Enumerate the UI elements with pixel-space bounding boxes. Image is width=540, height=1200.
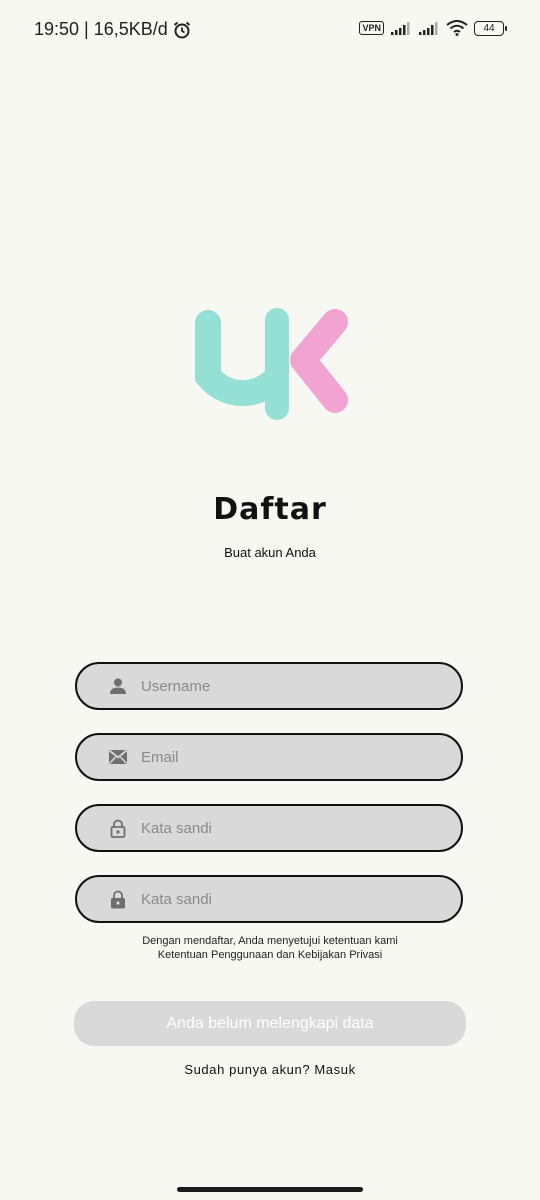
login-link[interactable]: Sudah punya akun? Masuk xyxy=(0,1062,540,1077)
terms-line-1: Dengan mendaftar, Anda menyetujui ketent… xyxy=(142,935,398,947)
confirm-password-field[interactable] xyxy=(75,875,463,923)
home-indicator[interactable] xyxy=(177,1187,363,1192)
email-input[interactable] xyxy=(141,748,421,766)
status-left: 19:50 | 16,5KB/d xyxy=(34,19,192,40)
status-time-speed: 19:50 | 16,5KB/d xyxy=(34,19,168,39)
password-field[interactable] xyxy=(75,804,463,852)
alarm-icon xyxy=(173,21,190,38)
page-title: Daftar xyxy=(213,492,327,527)
mail-icon xyxy=(108,747,128,767)
person-icon xyxy=(108,676,128,696)
page-subtitle: Buat akun Anda xyxy=(224,545,316,560)
email-field[interactable] xyxy=(75,733,463,781)
signal-icon xyxy=(391,22,410,35)
password-input[interactable] xyxy=(141,819,421,837)
battery-icon: 44 xyxy=(474,20,507,36)
terms-text: Dengan mendaftar, Anda menyetujui ketent… xyxy=(0,934,540,962)
confirm-password-input[interactable] xyxy=(141,890,421,908)
wifi-icon xyxy=(446,20,468,36)
vpn-badge: VPN xyxy=(359,21,384,35)
register-button[interactable]: Anda belum melengkapi data xyxy=(74,1001,466,1046)
status-bar: 19:50 | 16,5KB/d VPN 44 xyxy=(0,0,540,60)
app-logo xyxy=(195,308,348,420)
terms-policy-link[interactable]: Ketentuan Penggunaan dan Kebijakan Priva… xyxy=(0,948,540,962)
lock-open-icon xyxy=(108,818,128,838)
lock-icon xyxy=(108,889,128,909)
signal-icon xyxy=(419,22,438,35)
status-right: VPN 44 xyxy=(359,20,507,36)
username-field[interactable] xyxy=(75,662,463,710)
username-input[interactable] xyxy=(141,677,421,695)
